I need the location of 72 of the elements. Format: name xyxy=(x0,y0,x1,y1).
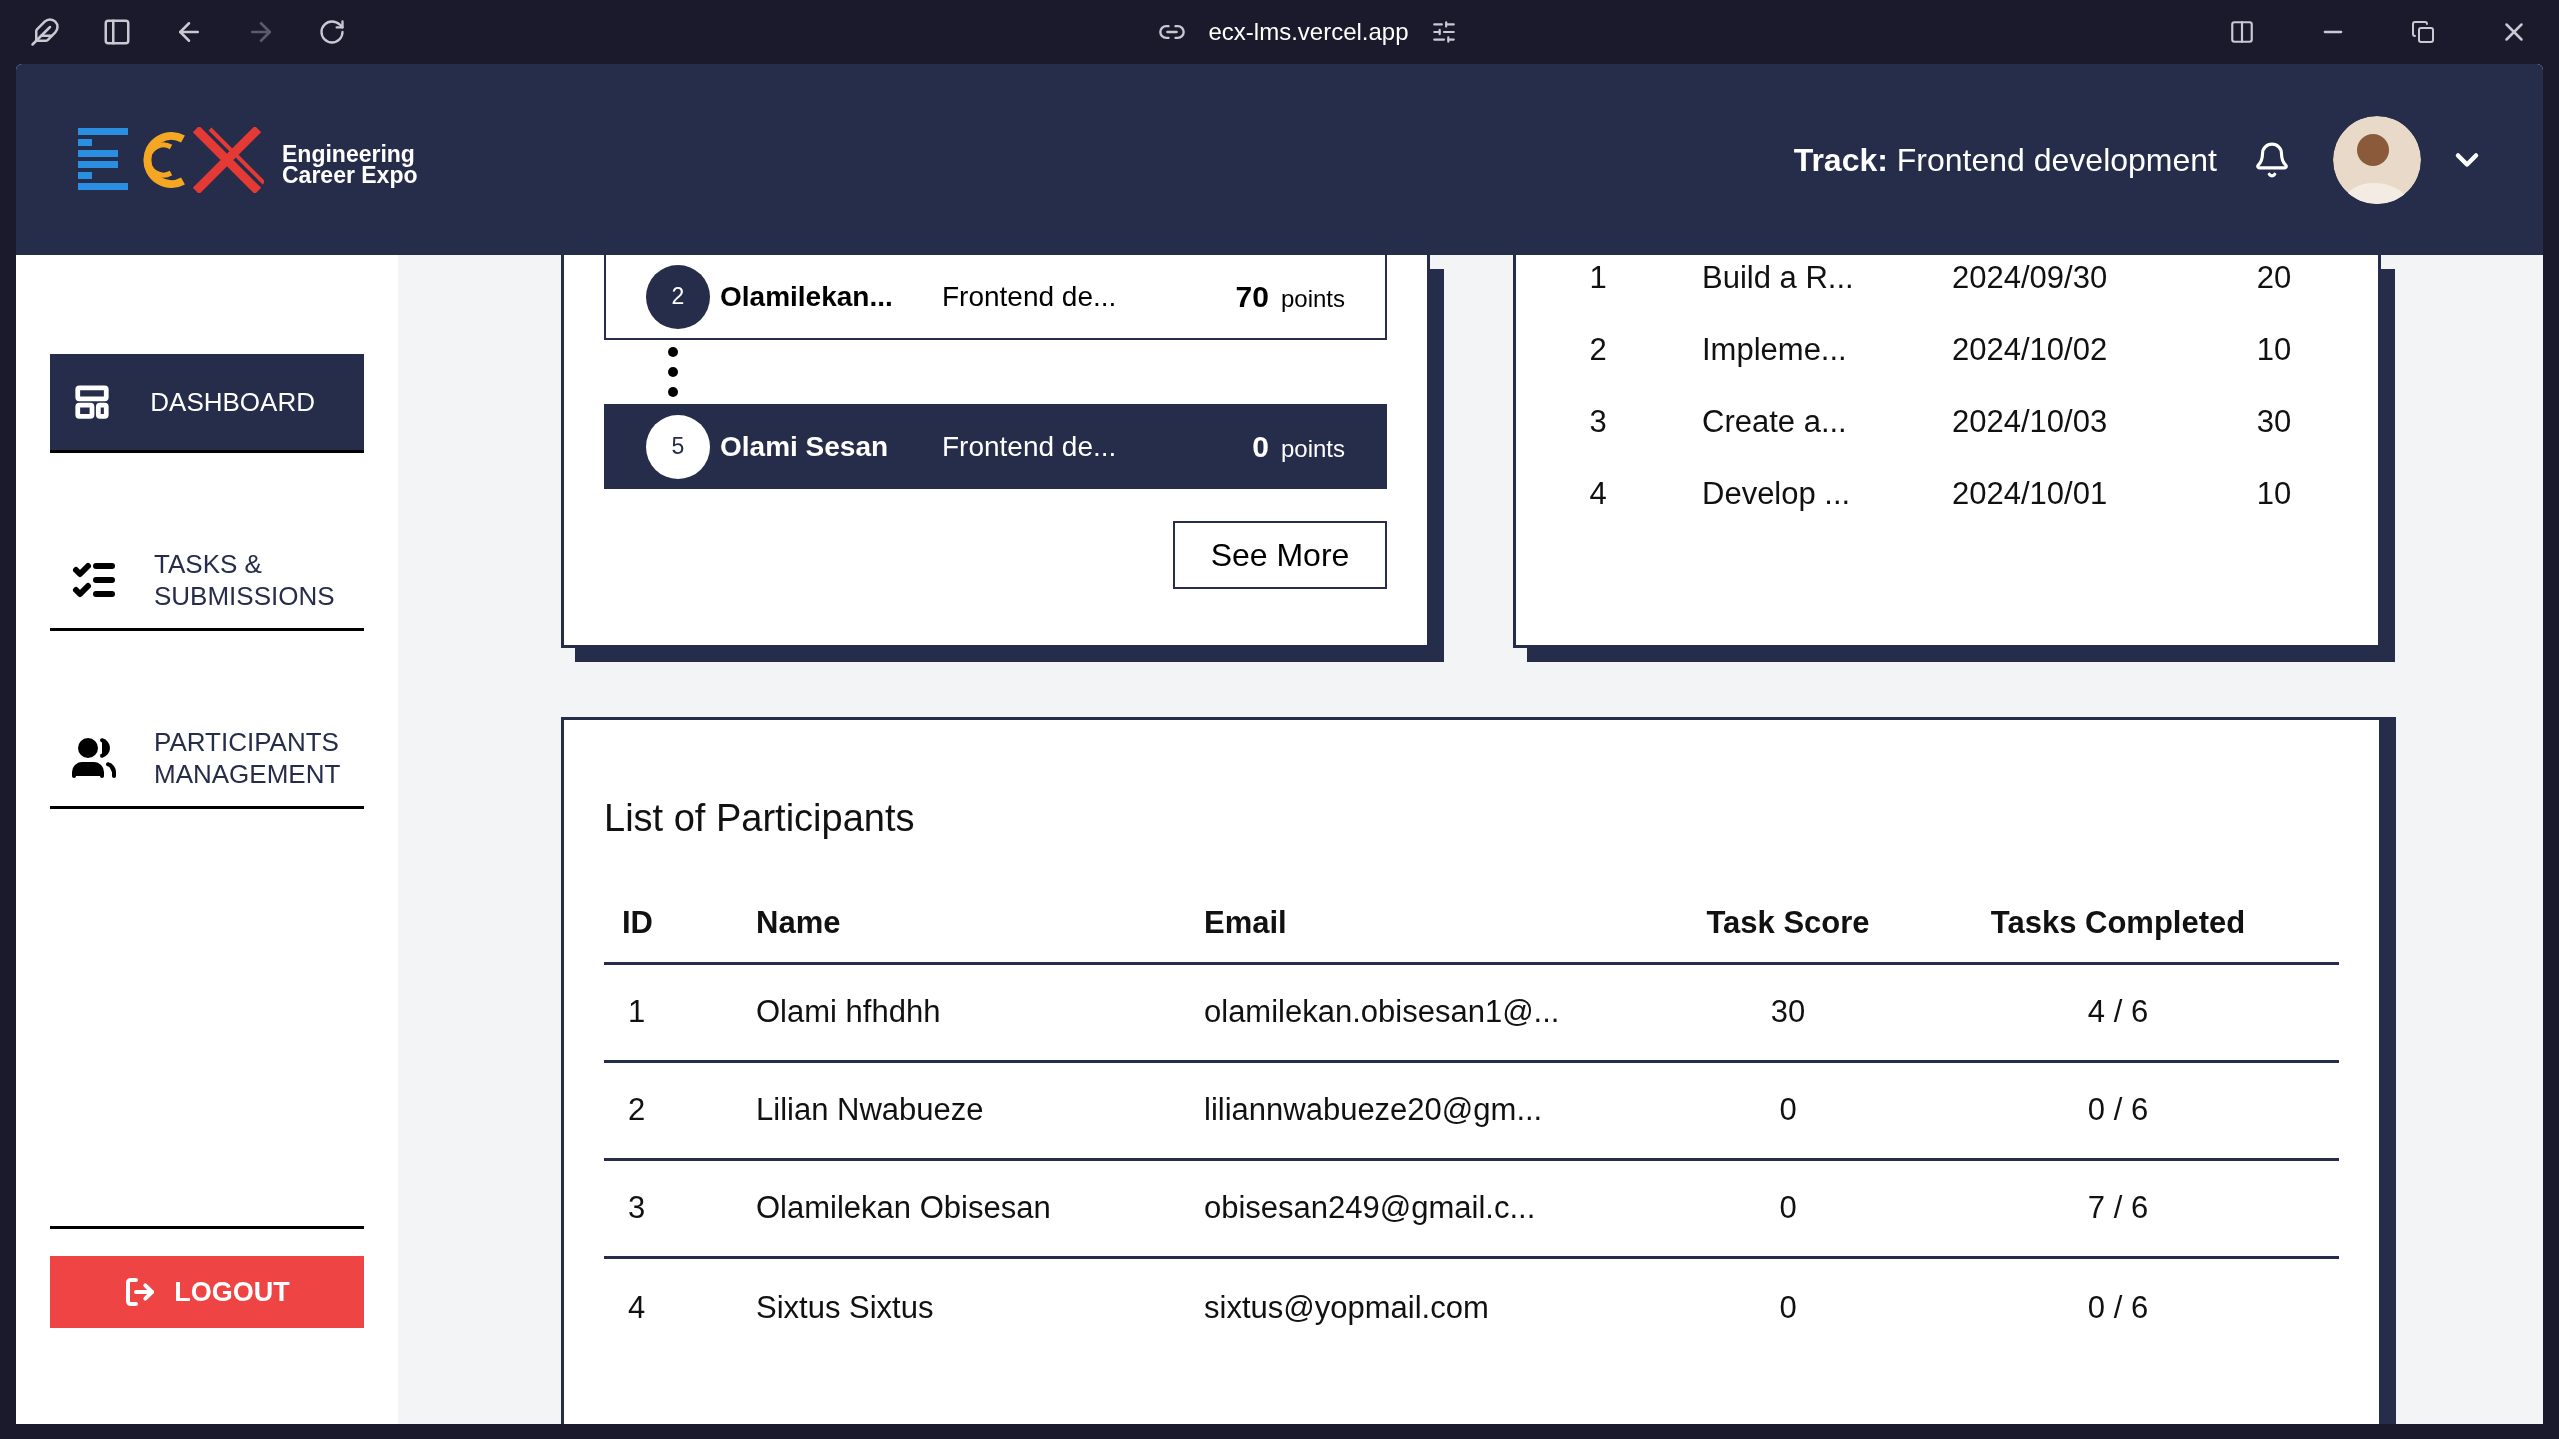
table-cell-text: 3 xyxy=(1588,402,1608,441)
table-cell-text: 1 xyxy=(1588,258,1608,297)
table-cell-text: 20 xyxy=(2255,258,2293,297)
table-cell-text: Sixtus Sixtus xyxy=(755,1288,935,1327)
sidebar-item[interactable]: DASHBOARD xyxy=(50,354,364,453)
sidebar-item[interactable]: PARTICIPANTS MANAGEMENT xyxy=(50,710,364,809)
table-cell-text: sixtus@yopmail.com xyxy=(1204,1288,1490,1327)
see-more-button[interactable]: See More xyxy=(1173,521,1387,589)
table-cell-text: 4 xyxy=(627,1288,647,1327)
table-cell-text: Lilian Nwabueze xyxy=(755,1091,985,1130)
points-value: 70 xyxy=(1235,279,1269,315)
split-view-icon[interactable] xyxy=(2229,19,2255,45)
table-cell-text: 2024/10/03 xyxy=(1952,402,2109,441)
table-cell-text: 0 / 6 xyxy=(2086,1288,2150,1327)
table-cell-text: 7 / 6 xyxy=(2086,1189,2150,1228)
rank-badge: 5 xyxy=(646,414,710,479)
table-cell-text: 2024/10/02 xyxy=(1952,330,2109,369)
logo-icon xyxy=(78,126,264,193)
app-icon[interactable] xyxy=(30,17,60,47)
notification-bell-icon[interactable] xyxy=(2253,140,2291,179)
points-value: 0 xyxy=(1252,429,1269,465)
sidebar-toggle-icon[interactable] xyxy=(102,17,132,47)
track-name: Frontend de... xyxy=(942,429,1118,464)
table-cell-text: 0 xyxy=(1778,1288,1798,1327)
avatar-icon[interactable] xyxy=(2333,115,2421,204)
logout-icon xyxy=(124,1276,157,1308)
table-cell-text: obisesan249@gmail.c... xyxy=(1204,1189,1537,1228)
logout-button[interactable]: LOGOUT xyxy=(50,1256,364,1328)
table-cell-text: Olamilekan Obisesan xyxy=(755,1189,1052,1228)
table-cell-text: 2024/10/01 xyxy=(1952,474,2109,513)
url-text[interactable]: ecx-lms.vercel.app xyxy=(1208,14,1409,50)
table-cell-text: 0 xyxy=(1778,1189,1798,1228)
table-cell-text: 10 xyxy=(2255,330,2293,369)
participant-name: Olamilekan... xyxy=(720,279,894,314)
table-cell-text: Build a R... xyxy=(1702,258,1855,297)
table-cell-text: 0 / 6 xyxy=(2086,1091,2150,1130)
points-unit: points xyxy=(1280,283,1345,314)
table-cell-text: Impleme... xyxy=(1702,330,1848,369)
table-cell-text: 1 xyxy=(627,993,647,1032)
table-cell-text: 3 xyxy=(627,1189,647,1228)
table-cell-text: olamilekan.obisesan1@... xyxy=(1204,993,1561,1032)
table-cell-text: 0 xyxy=(1778,1091,1798,1130)
table-cell-text: 2 xyxy=(1588,330,1608,369)
tagline-text: Engineering xyxy=(282,143,415,165)
participants-title: List of Participants xyxy=(604,796,916,841)
column-header: ID xyxy=(621,904,654,943)
table-cell-text: 30 xyxy=(1769,993,1807,1032)
table-cell-text: Create a... xyxy=(1702,402,1848,441)
dashboard-icon xyxy=(73,383,112,421)
participant-name: Olami Sesan xyxy=(720,429,890,464)
table-cell-text: 4 / 6 xyxy=(2086,993,2150,1032)
track-text: Track: Frontend development xyxy=(1793,140,2217,180)
table-cell-text: liliannwabueze20@gm... xyxy=(1204,1091,1544,1130)
table-cell-text: Olami hfhdhh xyxy=(755,993,942,1032)
column-header: Name xyxy=(755,904,842,943)
column-header: Email xyxy=(1204,904,1288,943)
restore-icon[interactable] xyxy=(2411,20,2435,44)
column-header: Tasks Completed xyxy=(1989,904,2247,943)
table-cell-text: 2024/09/30 xyxy=(1952,258,2109,297)
site-settings-icon[interactable] xyxy=(1430,19,1457,45)
track-name: Frontend de... xyxy=(942,279,1118,314)
table-cell-text: 30 xyxy=(2255,402,2293,441)
table-cell-text: 10 xyxy=(2255,474,2293,513)
table-cell-text: Develop ... xyxy=(1702,474,1852,513)
sidebar-item[interactable]: TASKS & SUBMISSIONS xyxy=(50,532,364,631)
column-header: Task Score xyxy=(1705,904,1871,943)
reload-icon[interactable] xyxy=(318,18,346,46)
table-cell-text: 2 xyxy=(627,1091,647,1130)
ellipsis-icon xyxy=(666,345,680,399)
table-cell-text: 4 xyxy=(1588,474,1608,513)
points-unit: points xyxy=(1280,433,1345,464)
rank-badge: 2 xyxy=(646,264,710,329)
